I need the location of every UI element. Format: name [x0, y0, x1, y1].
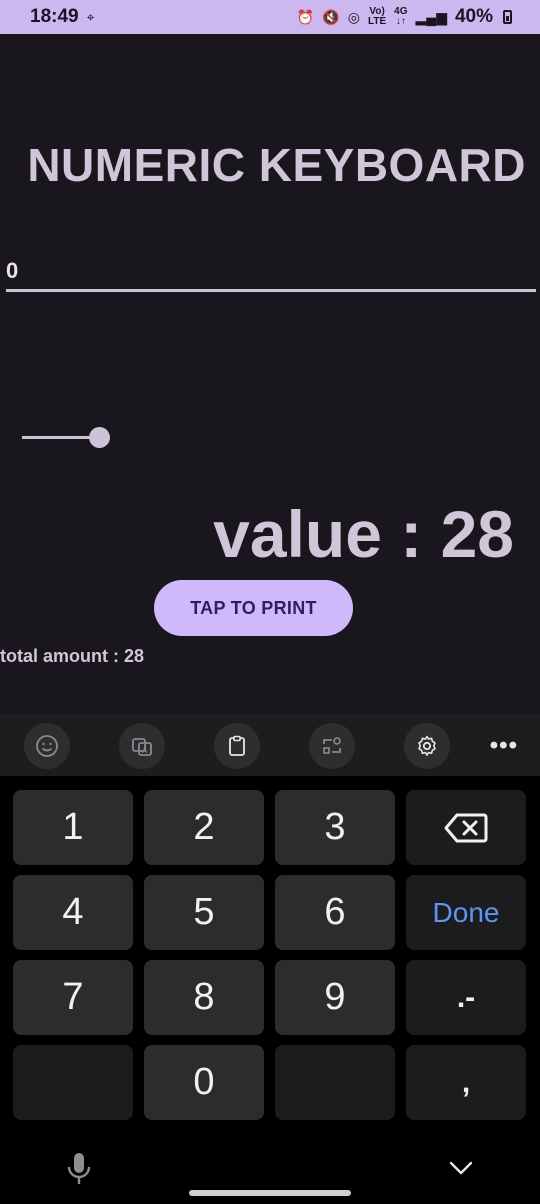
status-bar: 18:49 ⌖ ⏰ 🔇 ◎ Vo) LTE 4G ↓↑ ▂▄▆ 40% — [0, 0, 540, 34]
total-amount-text: total amount : 28 — [0, 646, 145, 666]
comma-key[interactable]: , — [406, 1045, 526, 1120]
translate-icon[interactable]: A — [119, 723, 165, 769]
svg-text:A: A — [142, 746, 148, 755]
text-convert-icon[interactable] — [309, 723, 355, 769]
numeric-keyboard: 1 2 3 4 5 6 Done 7 8 9 .- 0 , — [0, 776, 540, 1204]
chevron-down-icon[interactable] — [449, 1160, 473, 1176]
tap-to-print-button[interactable]: TAP TO PRINT — [154, 580, 353, 636]
key-0[interactable]: 0 — [144, 1045, 264, 1120]
empty-key-right — [275, 1045, 395, 1120]
settings-icon[interactable] — [404, 723, 450, 769]
key-8[interactable]: 8 — [144, 960, 264, 1035]
empty-key-left — [13, 1045, 133, 1120]
status-left: 18:49 ⌖ — [30, 6, 95, 28]
volte-icon: Vo) LTE — [368, 7, 386, 27]
status-right: ⏰ 🔇 ◎ Vo) LTE 4G ↓↑ ▂▄▆ 40% — [297, 6, 512, 28]
network-type-icon: 4G ↓↑ — [394, 7, 407, 27]
value-display: value : 28 — [213, 497, 514, 571]
input-underline — [6, 289, 536, 292]
keyboard-toolbar: A ••• — [0, 714, 540, 776]
clock: 18:49 — [30, 6, 79, 27]
key-3[interactable]: 3 — [275, 790, 395, 865]
clipboard-icon[interactable] — [214, 723, 260, 769]
hotspot-icon: ◎ — [347, 8, 361, 25]
key-7[interactable]: 7 — [13, 960, 133, 1035]
alarm-icon: ⏰ — [296, 8, 315, 25]
volte-bottom: LTE — [368, 16, 387, 27]
dot-minus-key[interactable]: .- — [406, 960, 526, 1035]
key-4[interactable]: 4 — [13, 875, 133, 950]
emoji-icon[interactable] — [24, 723, 70, 769]
signal-icon: ▂▄▆ — [415, 8, 447, 25]
microphone-icon[interactable] — [66, 1152, 92, 1186]
tag-icon: ⌖ — [86, 8, 95, 25]
backspace-key[interactable] — [406, 790, 526, 865]
slider-thumb[interactable] — [89, 427, 110, 448]
number-input[interactable]: 0 — [6, 254, 536, 294]
key-1[interactable]: 1 — [13, 790, 133, 865]
done-key[interactable]: Done — [406, 875, 526, 950]
key-2[interactable]: 2 — [144, 790, 264, 865]
network-bottom: ↓↑ — [395, 16, 406, 27]
more-icon[interactable]: ••• — [490, 732, 518, 760]
page-title: NUMERIC KEYBOARD — [27, 139, 526, 191]
battery-icon — [503, 10, 512, 24]
key-9[interactable]: 9 — [275, 960, 395, 1035]
key-6[interactable]: 6 — [275, 875, 395, 950]
home-indicator[interactable] — [189, 1190, 351, 1196]
battery-percent: 40% — [454, 6, 493, 27]
mute-icon: 🔇 — [322, 8, 340, 25]
backspace-icon — [444, 813, 488, 842]
key-5[interactable]: 5 — [144, 875, 264, 950]
